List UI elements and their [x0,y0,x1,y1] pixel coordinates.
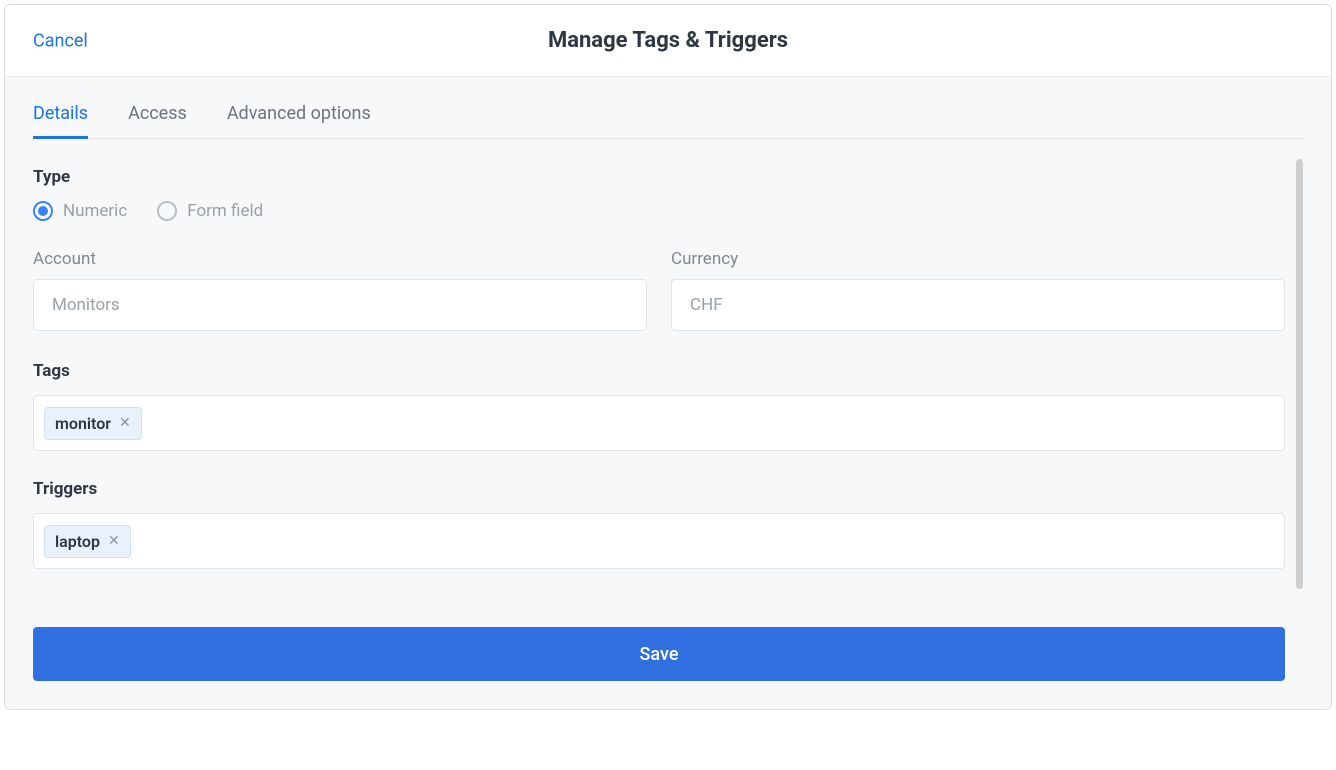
tags-label: Tags [33,361,1285,381]
cancel-button[interactable]: Cancel [33,30,88,51]
modal-header: Cancel Manage Tags & Triggers [5,5,1331,77]
tab-content: Type Numeric Form field Account [33,139,1303,681]
currency-input[interactable] [671,279,1285,331]
radio-icon [33,201,53,221]
radio-numeric-label: Numeric [63,201,127,221]
tags-section: Tags monitor ✕ [33,361,1285,451]
modal-title: Manage Tags & Triggers [548,28,788,53]
triggers-input[interactable]: laptop ✕ [33,513,1285,569]
tab-bar: Details Access Advanced options [33,77,1303,139]
radio-numeric[interactable]: Numeric [33,201,127,221]
tags-input[interactable]: monitor ✕ [33,395,1285,451]
trigger-chip-label: laptop [55,532,100,551]
account-input[interactable] [33,279,647,331]
triggers-label: Triggers [33,479,1285,499]
tag-chip-label: monitor [55,414,111,433]
save-button[interactable]: Save [33,627,1285,681]
radio-form-field-label: Form field [187,201,263,221]
tab-advanced-options[interactable]: Advanced options [227,103,371,138]
account-label: Account [33,249,647,269]
scrollbar[interactable] [1296,159,1303,589]
type-section: Type Numeric Form field [33,167,1285,221]
currency-field: Currency [671,249,1285,331]
remove-trigger-icon[interactable]: ✕ [108,534,120,548]
account-field: Account [33,249,647,331]
remove-tag-icon[interactable]: ✕ [119,416,131,430]
scrollbar-thumb[interactable] [1296,159,1303,589]
triggers-section: Triggers laptop ✕ [33,479,1285,569]
type-label: Type [33,167,1285,187]
account-currency-row: Account Currency [33,249,1285,331]
tab-details[interactable]: Details [33,103,88,138]
radio-icon [157,201,177,221]
modal-body: Details Access Advanced options Type Num… [5,77,1331,709]
trigger-chip: laptop ✕ [44,525,131,558]
radio-form-field[interactable]: Form field [157,201,263,221]
currency-label: Currency [671,249,1285,269]
manage-tags-modal: Cancel Manage Tags & Triggers Details Ac… [4,4,1332,710]
tag-chip: monitor ✕ [44,407,142,440]
tab-access[interactable]: Access [128,103,187,138]
type-radio-group: Numeric Form field [33,201,1285,221]
